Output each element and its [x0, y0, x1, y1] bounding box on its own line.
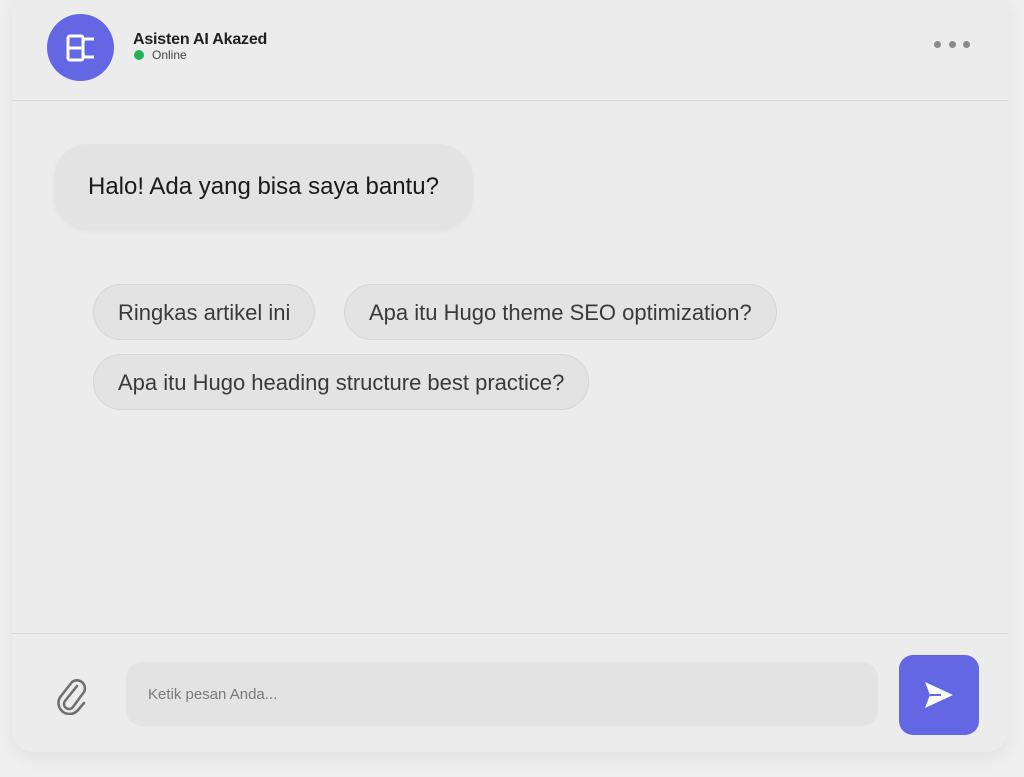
- send-button[interactable]: [899, 655, 979, 735]
- akazed-logo-icon: [66, 34, 94, 61]
- chat-window: Asisten AI Akazed Online Halo! Ada yang …: [12, 0, 1008, 752]
- status-label: Online: [152, 48, 187, 62]
- send-icon: [925, 682, 953, 708]
- composer: [12, 633, 1008, 752]
- message-list: Halo! Ada yang bisa saya bantu? Ringkas …: [12, 101, 1008, 633]
- suggestion-chip-heading[interactable]: Apa itu Hugo heading structure best prac…: [93, 354, 590, 410]
- bot-name: Asisten AI Akazed: [133, 31, 268, 48]
- paperclip-icon: [57, 679, 87, 715]
- chat-header: Asisten AI Akazed Online: [12, 0, 1008, 101]
- online-dot-icon: [134, 50, 144, 60]
- more-dots-icon: [934, 40, 941, 48]
- bot-message: Halo! Ada yang bisa saya bantu?: [54, 144, 473, 230]
- more-options-button[interactable]: [930, 32, 974, 56]
- bot-avatar: [47, 14, 114, 81]
- message-input[interactable]: [126, 662, 878, 726]
- suggestion-chip-summarize[interactable]: Ringkas artikel ini: [93, 284, 316, 340]
- online-status: Online: [134, 48, 187, 62]
- attach-button[interactable]: [52, 676, 92, 716]
- suggestion-chip-seo[interactable]: Apa itu Hugo theme SEO optimization?: [344, 284, 777, 340]
